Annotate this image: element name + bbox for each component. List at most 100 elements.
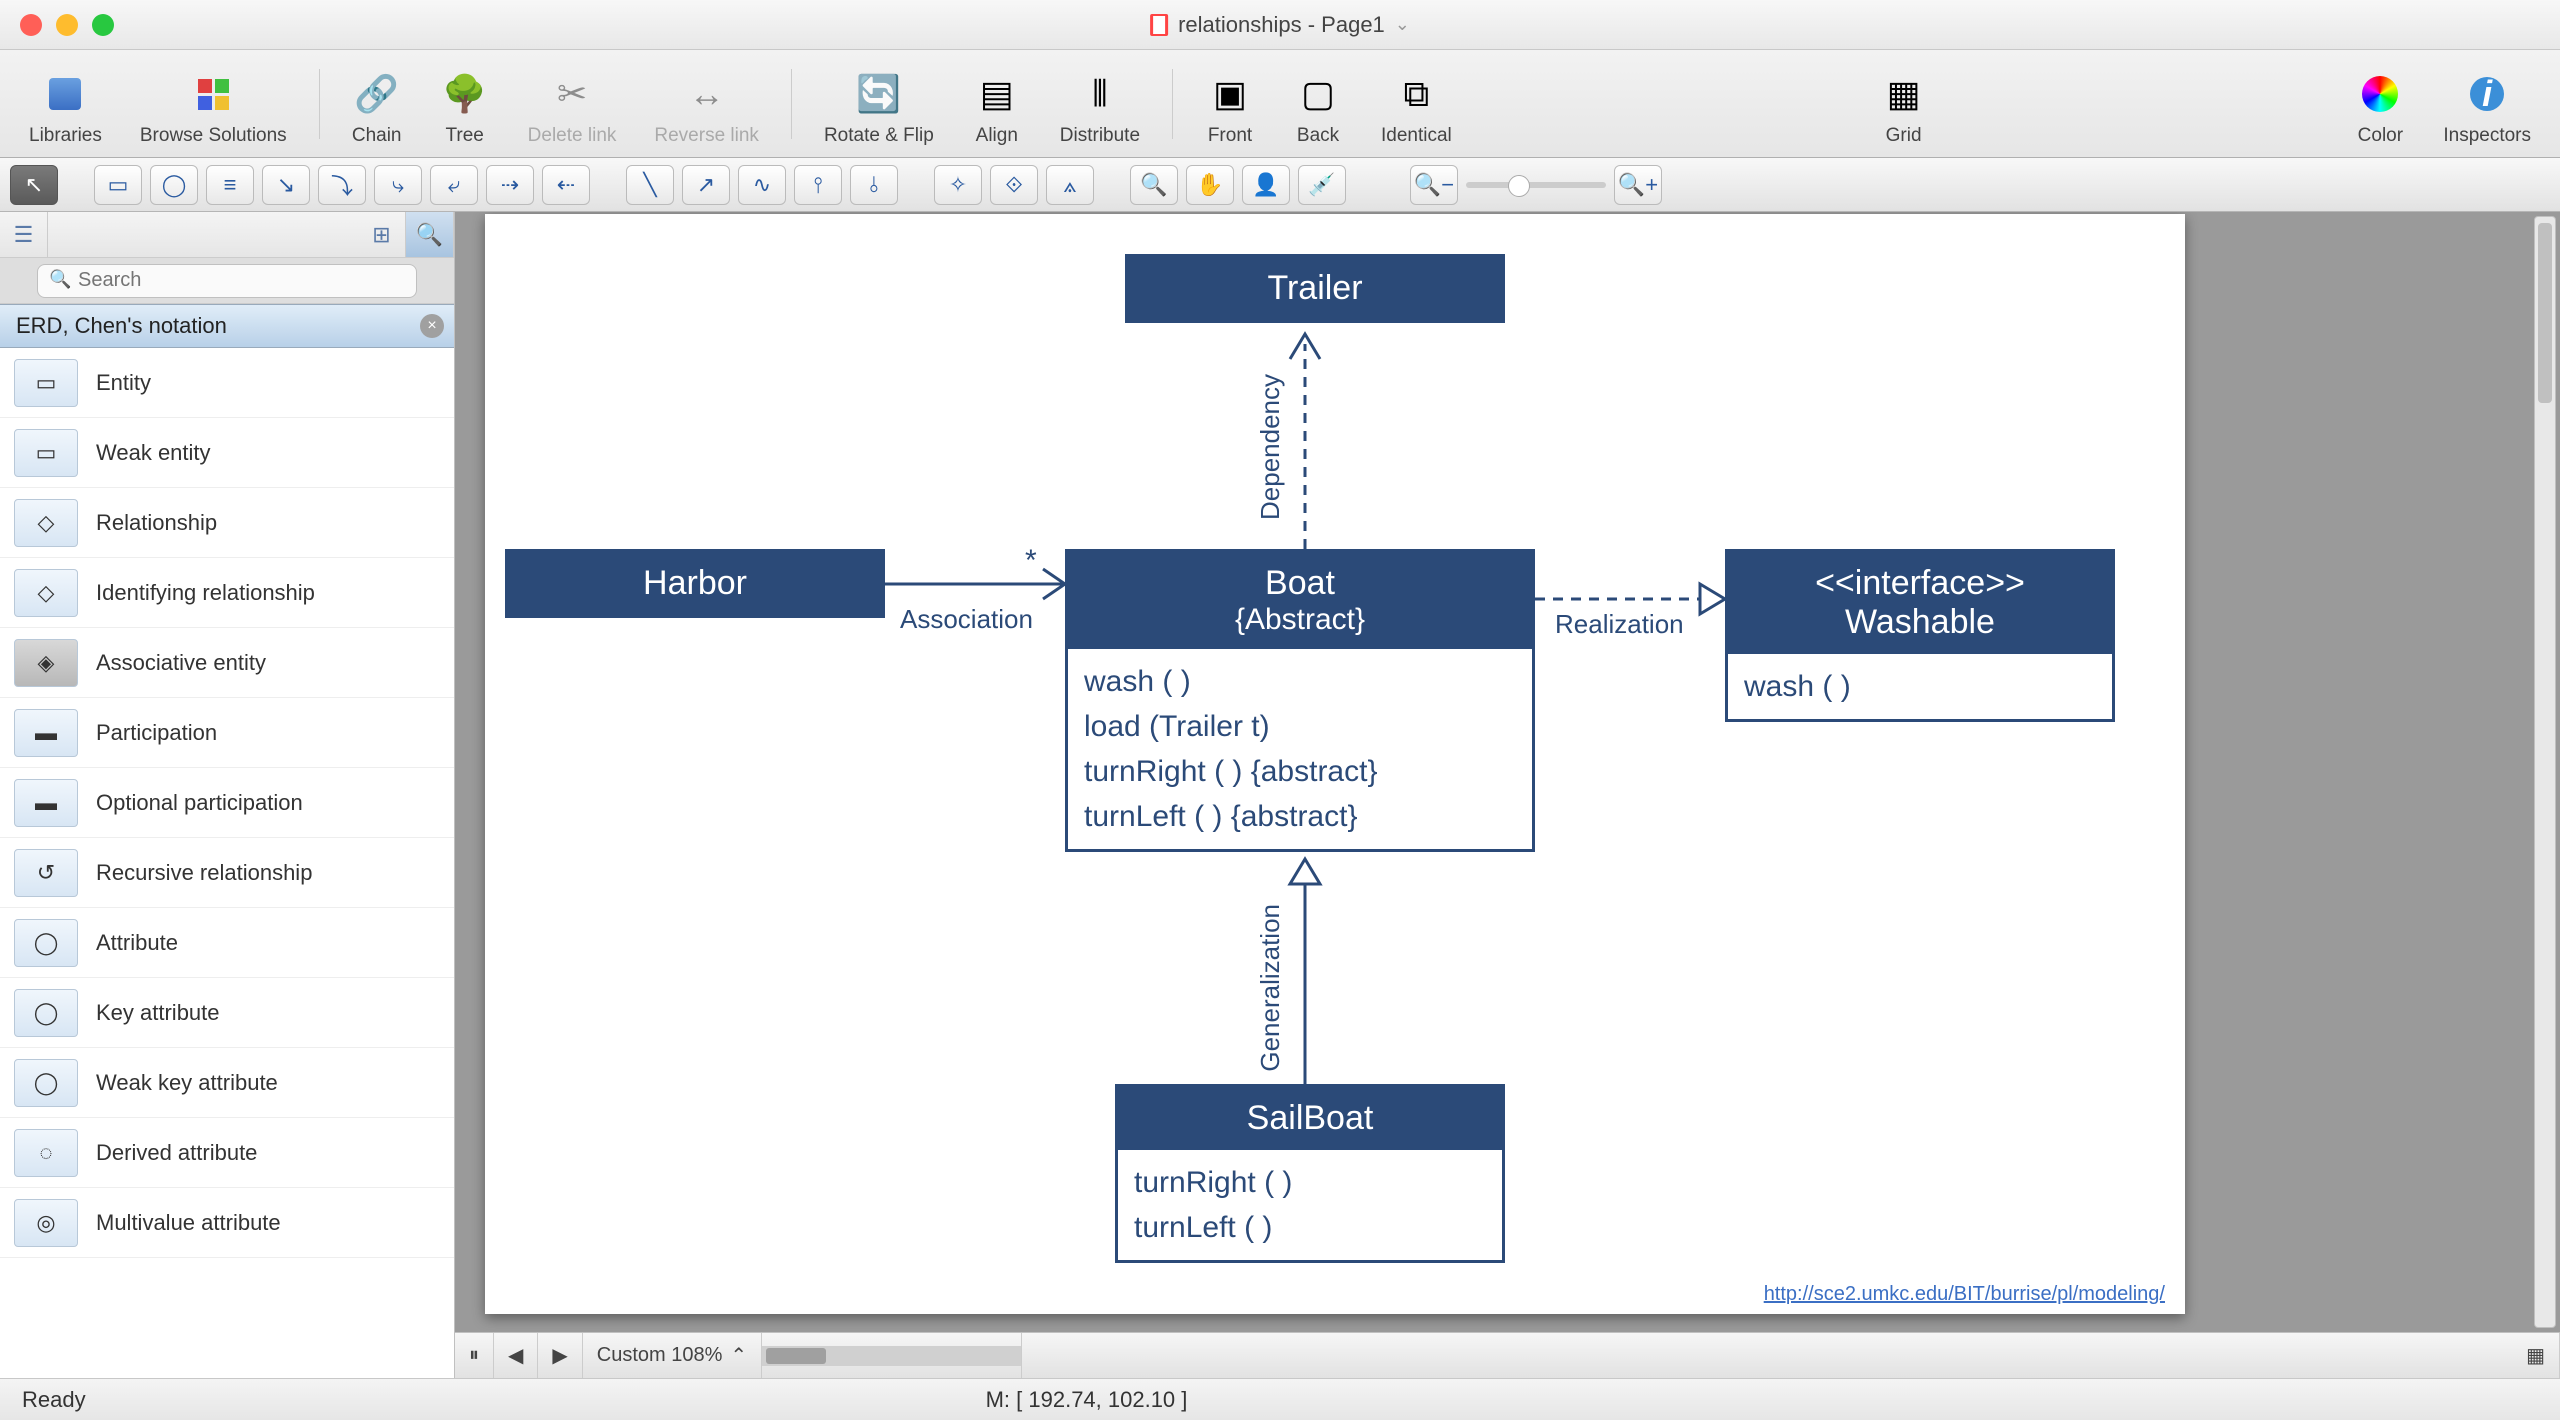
library-thumb-icon: ◯ [14, 919, 78, 967]
line-tool-1[interactable]: ╲ [626, 165, 674, 205]
uml-class-trailer[interactable]: Trailer [1125, 254, 1505, 323]
zoom-out-button[interactable]: 🔍− [1410, 165, 1458, 205]
tree-button[interactable]: 🌳Tree [426, 50, 504, 157]
rotate-flip-button[interactable]: 🔄Rotate & Flip [810, 50, 948, 157]
interface-stereotype: <<interface>> [1748, 564, 2092, 603]
color-button[interactable]: Color [2341, 50, 2419, 157]
eyedropper-tool[interactable]: 💉 [1298, 165, 1346, 205]
library-item[interactable]: ◇Identifying relationship [0, 558, 454, 628]
vertical-scrollbar[interactable] [2534, 216, 2556, 1328]
zoom-level[interactable]: Custom 108% ⌃ [583, 1333, 762, 1378]
grid-button[interactable]: ▦Grid [1865, 50, 1943, 157]
minimize-window-button[interactable] [56, 14, 78, 36]
library-item[interactable]: ◎Multivalue attribute [0, 1188, 454, 1258]
chevron-down-icon: ⌄ [1395, 14, 1410, 35]
stamp-tool[interactable]: 👤 [1242, 165, 1290, 205]
connector-tool-6[interactable]: ⇠ [542, 165, 590, 205]
library-item[interactable]: ◯Attribute [0, 908, 454, 978]
edit-tool-1[interactable]: ✧ [934, 165, 982, 205]
library-group-header[interactable]: ERD, Chen's notation × [0, 304, 454, 348]
distribute-button[interactable]: ⫴Distribute [1046, 50, 1154, 157]
browse-solutions-button[interactable]: Browse Solutions [126, 50, 301, 157]
library-thumb-icon: ↺ [14, 849, 78, 897]
line-tool-5[interactable]: ⫰ [850, 165, 898, 205]
page-prev-button[interactable]: ◀ [494, 1333, 538, 1378]
close-window-button[interactable] [20, 14, 42, 36]
reverse-link-button[interactable]: ↔Reverse link [640, 50, 773, 157]
uml-class-boat[interactable]: Boat {Abstract} wash ( )load (Trailer t)… [1065, 549, 1535, 852]
line-tool-4[interactable]: ⫯ [794, 165, 842, 205]
library-item-label: Derived attribute [96, 1140, 257, 1166]
window-title[interactable]: relationships - Page1 ⌄ [1150, 12, 1410, 38]
library-item[interactable]: ◈Associative entity [0, 628, 454, 698]
diagram-page[interactable]: Trailer Harbor Boat {Abstract} wash ( )l… [485, 214, 2185, 1314]
library-thumb-icon: ▬ [14, 709, 78, 757]
connector-tool-3[interactable]: ⤷ [374, 165, 422, 205]
library-item-label: Relationship [96, 510, 217, 536]
chain-button[interactable]: 🔗Chain [338, 50, 416, 157]
uml-class-sailboat[interactable]: SailBoat turnRight ( )turnLeft ( ) [1115, 1084, 1505, 1263]
status-coords: M: [ 192.74, 102.10 ] [986, 1387, 1188, 1413]
library-item[interactable]: ▬ Participation [0, 698, 454, 768]
identical-button[interactable]: ⧉Identical [1367, 50, 1466, 157]
library-item[interactable]: ◇ Relationship [0, 488, 454, 558]
library-thumb-icon: ▬ [14, 779, 78, 827]
text-tool[interactable]: ≡ [206, 165, 254, 205]
boat-stereotype: {Abstract} [1088, 603, 1512, 637]
hscroll-area[interactable] [762, 1333, 1022, 1378]
line-tool-2[interactable]: ↗ [682, 165, 730, 205]
back-button[interactable]: ▢Back [1279, 50, 1357, 157]
library-item[interactable]: ◯Key attribute [0, 978, 454, 1048]
front-button[interactable]: ▣Front [1191, 50, 1269, 157]
align-button[interactable]: ▤Align [958, 50, 1036, 157]
zoom-slider[interactable] [1466, 182, 1606, 188]
library-item[interactable]: ▬Optional participation [0, 768, 454, 838]
search-input[interactable] [37, 264, 417, 298]
page-next-button[interactable]: ▶ [538, 1333, 582, 1378]
grid-view-button[interactable]: ⊞ [358, 212, 406, 257]
library-item-label: Recursive relationship [96, 860, 312, 886]
library-thumb-icon: ◌ [14, 1129, 78, 1177]
library-thumb-icon: ◎ [14, 1199, 78, 1247]
connector-tool-2[interactable]: ⤵ [318, 165, 366, 205]
ellipse-tool[interactable]: ◯ [150, 165, 198, 205]
library-item-label: Participation [96, 720, 217, 746]
library-item[interactable]: ◯Weak key attribute [0, 1048, 454, 1118]
library-item[interactable]: ▭Entity [0, 348, 454, 418]
pointer-tool[interactable]: ↖ [10, 165, 58, 205]
edit-tool-2[interactable]: ⟐ [990, 165, 1038, 205]
library-item-label: Identifying relationship [96, 580, 315, 606]
library-thumb-icon: ◯ [14, 989, 78, 1037]
page-pause-button[interactable]: ⏸ [455, 1333, 494, 1378]
library-item[interactable]: ▭Weak entity [0, 418, 454, 488]
connector-tool-4[interactable]: ⤶ [430, 165, 478, 205]
tree-view-button[interactable]: ☰ [0, 212, 48, 257]
uml-interface-washable[interactable]: <<interface>> Washable wash ( ) [1725, 549, 2115, 722]
washable-operations: wash ( ) [1728, 654, 2112, 719]
trailer-title: Trailer [1128, 257, 1502, 320]
connector-tool-5[interactable]: ⇢ [486, 165, 534, 205]
library-item[interactable]: ↺ Recursive relationship [0, 838, 454, 908]
library-thumb-icon: ▭ [14, 359, 78, 407]
presentation-button[interactable]: ▦ [2512, 1333, 2560, 1378]
library-thumb-icon: ◇ [14, 499, 78, 547]
inspectors-button[interactable]: iInspectors [2429, 50, 2545, 157]
search-view-button[interactable]: 🔍 [406, 212, 454, 257]
connector-tool-1[interactable]: ↘ [262, 165, 310, 205]
rect-tool[interactable]: ▭ [94, 165, 142, 205]
edit-tool-3[interactable]: ⟑ [1046, 165, 1094, 205]
pan-tool[interactable]: ✋ [1186, 165, 1234, 205]
boat-title: Boat [1088, 564, 1512, 603]
libraries-button[interactable]: Libraries [15, 50, 116, 157]
zoom-window-button[interactable] [92, 14, 114, 36]
library-item[interactable]: ◌ Derived attribute [0, 1118, 454, 1188]
line-tool-3[interactable]: ∿ [738, 165, 786, 205]
canvas-scroll[interactable]: Trailer Harbor Boat {Abstract} wash ( )l… [455, 212, 2560, 1332]
delete-link-button[interactable]: ✂Delete link [514, 50, 631, 157]
zoom-in-button[interactable]: 🔍+ [1614, 165, 1662, 205]
close-group-icon[interactable]: × [420, 314, 444, 338]
boat-operations: wash ( )load (Trailer t)turnRight ( ) {a… [1068, 649, 1532, 849]
zoom-tool[interactable]: 🔍 [1130, 165, 1178, 205]
source-link[interactable]: http://sce2.umkc.edu/BIT/burrise/pl/mode… [1764, 1283, 2165, 1306]
uml-class-harbor[interactable]: Harbor [505, 549, 885, 618]
